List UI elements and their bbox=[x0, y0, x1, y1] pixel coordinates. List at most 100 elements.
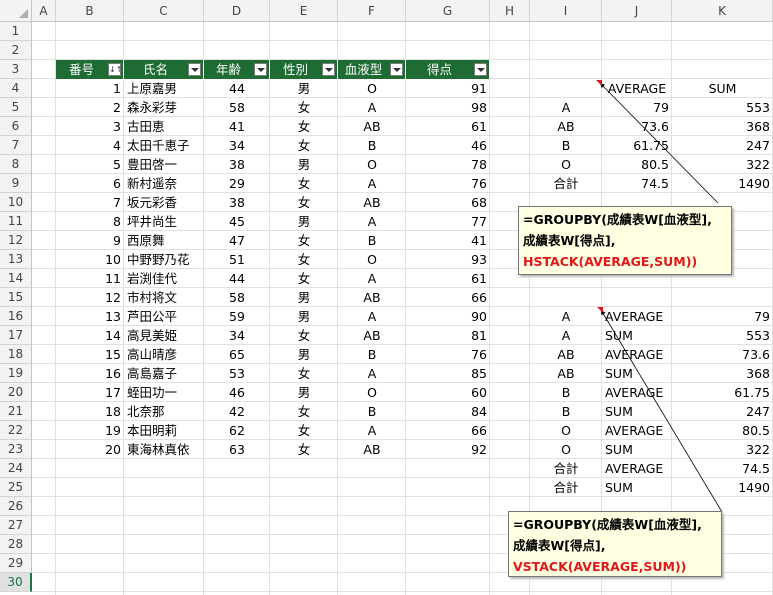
vstack-cell[interactable]: 79 bbox=[672, 307, 773, 326]
table-cell[interactable]: 92 bbox=[406, 440, 490, 459]
vstack-cell[interactable]: O bbox=[530, 421, 602, 440]
table-header-cell[interactable]: 血液型 bbox=[338, 60, 406, 79]
vstack-cell[interactable]: 合計 bbox=[530, 459, 602, 478]
table-cell[interactable]: 男 bbox=[270, 383, 338, 402]
vstack-cell[interactable]: B bbox=[530, 402, 602, 421]
table-cell[interactable]: O bbox=[338, 155, 406, 174]
table-cell[interactable]: 58 bbox=[204, 98, 270, 117]
table-cell[interactable]: 男 bbox=[270, 307, 338, 326]
table-cell[interactable]: 98 bbox=[406, 98, 490, 117]
table-cell[interactable]: 84 bbox=[406, 402, 490, 421]
table-cell[interactable]: 西原舞 bbox=[124, 231, 204, 250]
vstack-cell[interactable]: SUM bbox=[602, 440, 672, 459]
hstack-cell[interactable]: 61.75 bbox=[602, 136, 672, 155]
vstack-cell[interactable]: 74.5 bbox=[672, 459, 773, 478]
table-cell[interactable]: 3 bbox=[56, 117, 124, 136]
hstack-cell[interactable]: B bbox=[530, 136, 602, 155]
hstack-header-cell[interactable]: AVERAGE bbox=[602, 79, 672, 98]
table-cell[interactable]: 5 bbox=[56, 155, 124, 174]
row-header-5[interactable]: 5 bbox=[0, 98, 32, 117]
hstack-cell[interactable]: O bbox=[530, 155, 602, 174]
table-cell[interactable]: A bbox=[338, 98, 406, 117]
table-cell[interactable]: 豊田啓一 bbox=[124, 155, 204, 174]
table-cell[interactable]: A bbox=[338, 174, 406, 193]
row-header-8[interactable]: 8 bbox=[0, 155, 32, 174]
row-header-24[interactable]: 24 bbox=[0, 459, 32, 478]
table-cell[interactable]: AB bbox=[338, 288, 406, 307]
vstack-cell[interactable]: O bbox=[530, 440, 602, 459]
table-cell[interactable]: 11 bbox=[56, 269, 124, 288]
table-cell[interactable]: 高島嘉子 bbox=[124, 364, 204, 383]
table-cell[interactable]: 29 bbox=[204, 174, 270, 193]
table-cell[interactable]: 66 bbox=[406, 288, 490, 307]
table-cell[interactable]: 市村将文 bbox=[124, 288, 204, 307]
table-cell[interactable]: 46 bbox=[406, 136, 490, 155]
hstack-cell[interactable]: 247 bbox=[672, 136, 773, 155]
table-cell[interactable]: 女 bbox=[270, 174, 338, 193]
table-cell[interactable]: A bbox=[338, 307, 406, 326]
table-cell[interactable]: 19 bbox=[56, 421, 124, 440]
table-cell[interactable]: 坪井尚生 bbox=[124, 212, 204, 231]
vstack-cell[interactable]: B bbox=[530, 383, 602, 402]
row-header-13[interactable]: 13 bbox=[0, 250, 32, 269]
table-cell[interactable]: 北奈那 bbox=[124, 402, 204, 421]
table-cell[interactable]: 女 bbox=[270, 402, 338, 421]
table-cell[interactable]: 13 bbox=[56, 307, 124, 326]
row-header-4[interactable]: 4 bbox=[0, 79, 32, 98]
table-cell[interactable]: 60 bbox=[406, 383, 490, 402]
row-header-17[interactable]: 17 bbox=[0, 326, 32, 345]
table-cell[interactable]: 90 bbox=[406, 307, 490, 326]
table-cell[interactable]: A bbox=[338, 269, 406, 288]
sort-filter-icon[interactable]: ↓↑ bbox=[108, 63, 122, 76]
row-header-18[interactable]: 18 bbox=[0, 345, 32, 364]
table-cell[interactable]: 坂元彩香 bbox=[124, 193, 204, 212]
table-cell[interactable]: O bbox=[338, 383, 406, 402]
vstack-cell[interactable]: 322 bbox=[672, 440, 773, 459]
table-cell[interactable]: O bbox=[338, 250, 406, 269]
vstack-cell[interactable]: 368 bbox=[672, 364, 773, 383]
row-header-9[interactable]: 9 bbox=[0, 174, 32, 193]
row-header-26[interactable]: 26 bbox=[0, 497, 32, 516]
table-cell[interactable]: 2 bbox=[56, 98, 124, 117]
table-cell[interactable]: 女 bbox=[270, 421, 338, 440]
table-cell[interactable]: 61 bbox=[406, 269, 490, 288]
table-cell[interactable]: A bbox=[338, 364, 406, 383]
table-cell[interactable]: 男 bbox=[270, 345, 338, 364]
table-cell[interactable]: 12 bbox=[56, 288, 124, 307]
filter-dropdown-icon[interactable] bbox=[254, 63, 267, 76]
table-cell[interactable]: 女 bbox=[270, 364, 338, 383]
column-header-e[interactable]: E bbox=[270, 0, 338, 22]
table-cell[interactable]: 77 bbox=[406, 212, 490, 231]
table-cell[interactable]: 男 bbox=[270, 212, 338, 231]
table-cell[interactable]: AB bbox=[338, 193, 406, 212]
vstack-cell[interactable]: SUM bbox=[602, 364, 672, 383]
column-header-k[interactable]: K bbox=[672, 0, 773, 22]
row-header-16[interactable]: 16 bbox=[0, 307, 32, 326]
table-cell[interactable]: 85 bbox=[406, 364, 490, 383]
table-header-cell[interactable]: 氏名 bbox=[124, 60, 204, 79]
table-cell[interactable]: 66 bbox=[406, 421, 490, 440]
filter-dropdown-icon[interactable] bbox=[474, 63, 487, 76]
table-cell[interactable]: 76 bbox=[406, 345, 490, 364]
row-header-15[interactable]: 15 bbox=[0, 288, 32, 307]
table-cell[interactable]: 91 bbox=[406, 79, 490, 98]
table-cell[interactable]: AB bbox=[338, 117, 406, 136]
table-cell[interactable]: 4 bbox=[56, 136, 124, 155]
table-cell[interactable]: 男 bbox=[270, 79, 338, 98]
vstack-cell[interactable]: A bbox=[530, 307, 602, 326]
table-cell[interactable]: 上原嘉男 bbox=[124, 79, 204, 98]
column-header-c[interactable]: C bbox=[124, 0, 204, 22]
vstack-cell[interactable]: SUM bbox=[602, 326, 672, 345]
filter-dropdown-icon[interactable] bbox=[188, 63, 201, 76]
table-cell[interactable]: 高見美姫 bbox=[124, 326, 204, 345]
row-header-7[interactable]: 7 bbox=[0, 136, 32, 155]
vstack-cell[interactable]: 553 bbox=[672, 326, 773, 345]
row-header-27[interactable]: 27 bbox=[0, 516, 32, 535]
table-cell[interactable]: 51 bbox=[204, 250, 270, 269]
vstack-cell[interactable]: 61.75 bbox=[672, 383, 773, 402]
table-cell[interactable]: 46 bbox=[204, 383, 270, 402]
vstack-cell[interactable]: SUM bbox=[602, 402, 672, 421]
table-cell[interactable]: 93 bbox=[406, 250, 490, 269]
row-header-3[interactable]: 3 bbox=[0, 60, 32, 79]
table-cell[interactable]: 45 bbox=[204, 212, 270, 231]
